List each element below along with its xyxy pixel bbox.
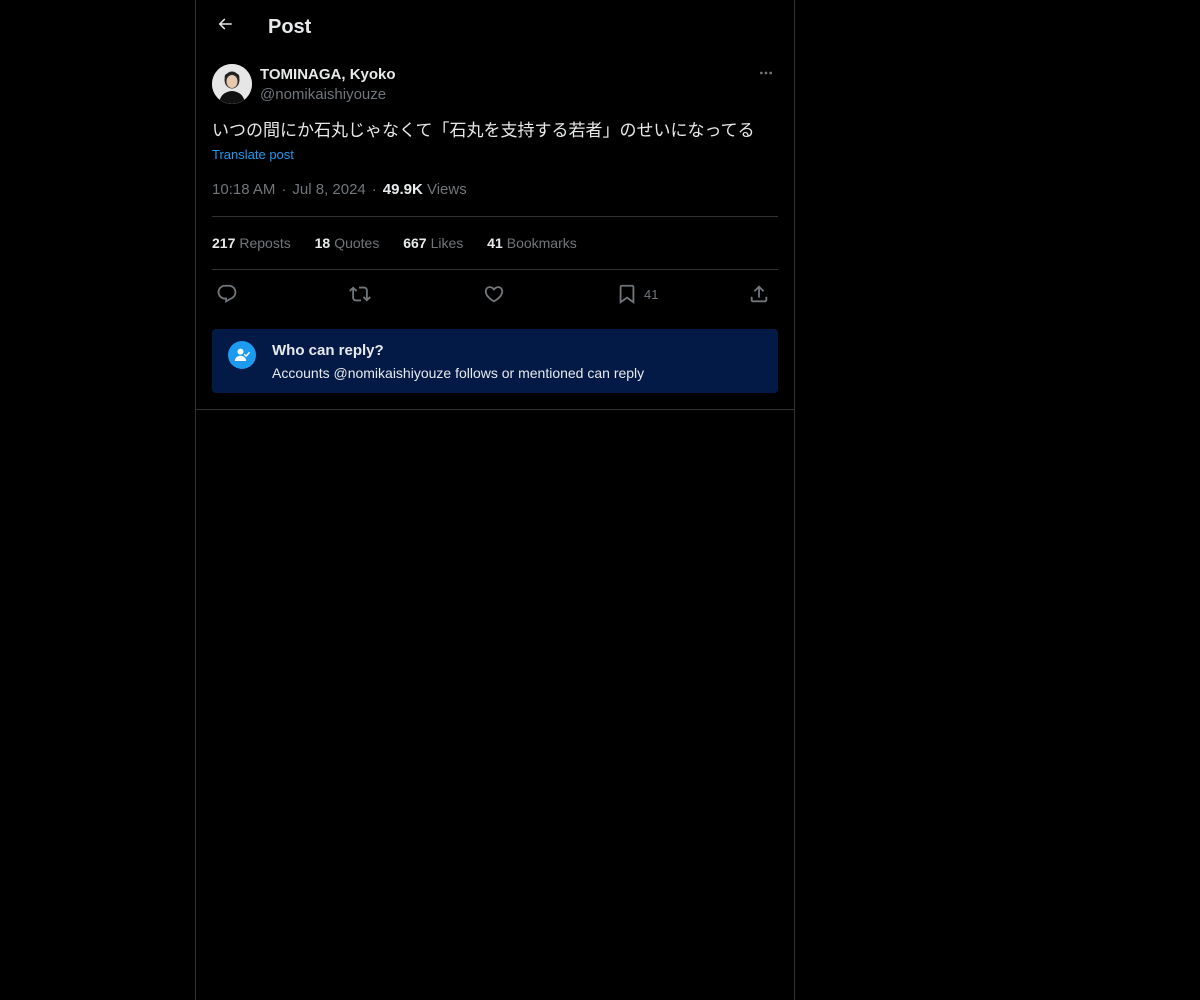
post-text: いつの間にか石丸じゃなくて「石丸を支持する若者」のせいになってる [212, 121, 755, 141]
share-icon [748, 283, 770, 305]
heart-icon [483, 283, 505, 305]
post-author: TOMINAGA, Kyoko @nomikaishiyouze [212, 64, 778, 108]
quotes-count: 18 [314, 235, 331, 251]
bookmarks-stat[interactable]: 41 Bookmarks [487, 235, 577, 251]
post-date[interactable]: Jul 8, 2024 [292, 181, 365, 198]
like-button[interactable] [483, 281, 505, 307]
reply-icon [216, 283, 238, 305]
meta-separator: · [371, 181, 377, 198]
post-detail-column: Post TOMINAGA, Kyoko @nomikaishiyouze いつ… [195, 0, 795, 1000]
bookmarks-label: Bookmarks [506, 235, 577, 251]
likes-label: Likes [430, 235, 464, 251]
bookmark-count: 41 [644, 286, 659, 302]
page-header: Post [196, 0, 794, 53]
reply-restriction-title: Who can reply? [272, 342, 384, 359]
repost-icon [349, 283, 371, 305]
reply-button[interactable] [216, 281, 238, 307]
quotes-stat[interactable]: 18 Quotes [315, 235, 380, 251]
arrow-left-icon [216, 15, 234, 38]
repost-button[interactable] [349, 281, 371, 307]
engagement-stats: 217 Reposts 18 Quotes 667 Likes 41 Bookmarks [212, 233, 597, 253]
divider [212, 269, 778, 270]
reposts-label: Reposts [239, 235, 291, 251]
reply-restriction-description: Accounts @nomikaishiyouze follows or men… [272, 365, 645, 381]
likes-stat[interactable]: 667 Likes [403, 235, 463, 251]
avatar[interactable] [212, 64, 252, 104]
page-title: Post [268, 16, 312, 38]
translate-post-link[interactable]: Translate post [212, 146, 294, 164]
more-horizontal-icon [758, 65, 774, 86]
post-time[interactable]: 10:18 AM [212, 181, 275, 198]
divider [196, 409, 794, 410]
views-count: 49.9K [382, 181, 423, 198]
reposts-stat[interactable]: 217 Reposts [212, 235, 291, 251]
quotes-label: Quotes [334, 235, 380, 251]
more-options-button[interactable] [754, 64, 778, 86]
divider [212, 216, 778, 217]
post-meta: 10:18 AM · Jul 8, 2024 · 49.9K Views [212, 180, 467, 200]
reply-restriction-notice: Who can reply? Accounts @nomikaishiyouze… [212, 329, 778, 393]
author-handle[interactable]: @nomikaishiyouze [260, 85, 386, 105]
bookmark-icon [616, 283, 638, 305]
views-label: Views [426, 181, 467, 198]
action-bar: 41 [212, 281, 778, 307]
person-check-icon [228, 341, 256, 369]
share-button[interactable] [748, 281, 770, 307]
reposts-count: 217 [212, 235, 236, 251]
bookmarks-count: 41 [487, 235, 503, 251]
likes-count: 667 [403, 235, 427, 251]
bookmark-button[interactable]: 41 [616, 281, 658, 307]
back-button[interactable] [208, 9, 242, 43]
author-name[interactable]: TOMINAGA, Kyoko [260, 65, 396, 85]
meta-separator: · [281, 181, 287, 198]
